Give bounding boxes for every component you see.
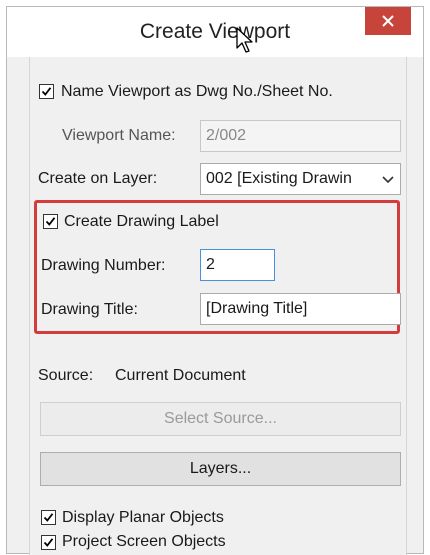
layers-button[interactable]: Layers... (40, 452, 401, 486)
drawing-number-input[interactable]: 2 (200, 249, 275, 281)
select-source-button[interactable]: Select Source... (40, 402, 401, 436)
display-planar-label: Display Planar Objects (62, 509, 224, 526)
layer-select[interactable]: 002 [Existing Drawin (200, 163, 401, 195)
close-button[interactable] (365, 7, 411, 35)
display-planar-checkbox[interactable] (41, 510, 56, 525)
drawing-title-label: Drawing Title: (41, 301, 138, 318)
title-bar: Create Viewport (7, 7, 423, 57)
create-viewport-dialog: Create Viewport Name Viewport as Dwg No.… (6, 6, 424, 555)
close-icon (382, 15, 394, 27)
project-screen-checkbox[interactable] (41, 535, 56, 550)
mouse-cursor-icon (236, 27, 253, 53)
create-on-layer-label: Create on Layer: (38, 170, 158, 187)
create-drawing-label-text: Create Drawing Label (64, 213, 219, 230)
viewport-name-input[interactable]: 2/002 (200, 120, 401, 152)
name-viewport-checkbox[interactable] (39, 84, 54, 99)
checkmark-icon (43, 513, 54, 522)
project-screen-label: Project Screen Objects (62, 533, 226, 550)
source-value: Current Document (115, 367, 246, 384)
checkmark-icon (41, 87, 52, 96)
checkmark-icon (43, 538, 54, 547)
checkmark-icon (45, 217, 56, 226)
source-label: Source: (38, 367, 94, 384)
viewport-name-label: Viewport Name: (62, 127, 176, 144)
dialog-content: Name Viewport as Dwg No./Sheet No. Viewp… (29, 57, 407, 555)
drawing-title-input[interactable]: [Drawing Title] (200, 293, 401, 325)
chevron-down-icon (382, 176, 394, 184)
name-viewport-label: Name Viewport as Dwg No./Sheet No. (61, 83, 333, 100)
drawing-number-label: Drawing Number: (41, 257, 166, 274)
layer-select-value: 002 [Existing Drawin (206, 170, 352, 187)
dialog-title: Create Viewport (139, 20, 291, 43)
create-drawing-label-checkbox[interactable] (43, 214, 58, 229)
